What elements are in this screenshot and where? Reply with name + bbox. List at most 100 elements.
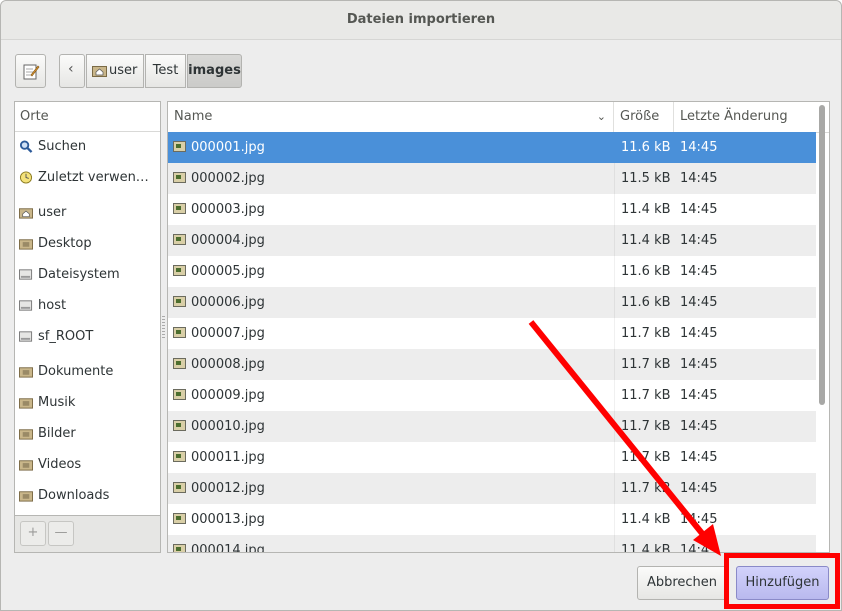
sidebar-item-documents[interactable]: Dokumente (15, 358, 160, 386)
path-segment-user-label: user (109, 63, 138, 78)
file-modified: 14:45 (680, 481, 718, 496)
file-name-cell: 000008.jpg (168, 349, 614, 380)
sidebar-item-label: Dateisystem (38, 267, 120, 282)
file-size: 11.6 kB (614, 256, 674, 287)
file-row[interactable]: 000003.jpg 11.4 kB 14:45 (168, 194, 816, 225)
pane-resize-handle[interactable] (162, 316, 165, 338)
places-header: Orte (15, 102, 160, 132)
file-name: 000008.jpg (191, 357, 265, 372)
column-header-modified[interactable]: Letzte Änderung (674, 102, 814, 132)
sidebar-item-user[interactable]: user (15, 199, 160, 227)
file-modified: 14:45 (680, 295, 718, 310)
sidebar-item-label: Suchen (38, 139, 87, 154)
home-folder-icon (19, 208, 33, 219)
sidebar-item-sf-root[interactable]: sf_ROOT (15, 323, 160, 351)
file-row[interactable]: 000012.jpg 11.7 kB 14:45 (168, 473, 816, 504)
file-modified: 14:45 (680, 450, 718, 465)
file-row[interactable]: 000006.jpg 11.6 kB 14:45 (168, 287, 816, 318)
sidebar-item-label: Videos (38, 457, 82, 472)
file-size: 11.7 kB (614, 380, 674, 411)
column-header-name[interactable]: Name ⌄ (168, 102, 614, 132)
file-row[interactable]: 000002.jpg 11.5 kB 14:45 (168, 163, 816, 194)
image-file-icon (173, 172, 186, 183)
file-modified: 14:45 (680, 202, 718, 217)
sidebar-item-label: Desktop (38, 236, 92, 251)
image-file-icon (173, 296, 186, 307)
add-bookmark-button[interactable]: + (20, 521, 46, 546)
file-name: 000014.jpg (191, 543, 265, 553)
file-row[interactable]: 000004.jpg 11.4 kB 14:45 (168, 225, 816, 256)
sidebar-item-search[interactable]: Suchen (15, 133, 160, 161)
add-button[interactable]: Hinzufügen (736, 566, 829, 600)
file-modified: 14:45 (680, 233, 718, 248)
file-name-cell: 000004.jpg (168, 225, 614, 256)
drive-icon (19, 269, 33, 280)
sidebar-item-pictures[interactable]: Bilder (15, 420, 160, 448)
image-file-icon (173, 265, 186, 276)
file-name: 000012.jpg (191, 481, 265, 496)
sidebar-item-videos[interactable]: Videos (15, 451, 160, 479)
sidebar-item-host[interactable]: host (15, 292, 160, 320)
path-back-button[interactable]: ‹ (59, 54, 85, 88)
image-file-icon (173, 544, 186, 552)
file-size: 11.7 kB (614, 349, 674, 380)
sidebar-item-label: Downloads (38, 488, 110, 503)
file-row[interactable]: 000010.jpg 11.7 kB 14:45 (168, 411, 816, 442)
sidebar-item-recent[interactable]: Zuletzt verwen… (15, 164, 160, 192)
sidebar-item-label: user (38, 205, 67, 220)
path-segment-test[interactable]: Test (145, 54, 186, 88)
file-name: 000001.jpg (191, 140, 265, 155)
file-list-header: Name ⌄ Größe Letzte Änderung (168, 102, 829, 133)
file-name: 000004.jpg (191, 233, 265, 248)
file-name-cell: 000002.jpg (168, 163, 614, 194)
type-location-button[interactable] (15, 54, 46, 88)
file-row[interactable]: 000001.jpg 11.6 kB 14:45 (168, 132, 816, 163)
remove-bookmark-button[interactable]: — (48, 521, 74, 546)
file-modified: 14:45 (680, 264, 718, 279)
file-row[interactable]: 000005.jpg 11.6 kB 14:45 (168, 256, 816, 287)
sidebar-item-label: Musik (38, 395, 76, 410)
path-segment-images[interactable]: images (187, 54, 242, 88)
file-row[interactable]: 000007.jpg 11.7 kB 14:45 (168, 318, 816, 349)
image-file-icon (173, 389, 186, 400)
file-name: 000013.jpg (191, 512, 265, 527)
cancel-button[interactable]: Abbrechen (637, 566, 727, 600)
file-modified: 14:45 (680, 388, 718, 403)
drive-icon (19, 331, 33, 342)
file-rows: 000001.jpg 11.6 kB 14:45 000002.jpg 11.5 kB 1… (168, 132, 816, 553)
chevron-left-icon: ‹ (68, 61, 74, 77)
file-modified: 14:45 (680, 543, 718, 553)
path-segment-user[interactable]: user (86, 54, 144, 88)
sidebar-item-label: sf_ROOT (38, 329, 94, 344)
file-name: 000006.jpg (191, 295, 265, 310)
sidebar-item-music[interactable]: Musik (15, 389, 160, 417)
file-size: 11.7 kB (614, 411, 674, 442)
file-size: 11.7 kB (614, 442, 674, 473)
column-header-size[interactable]: Größe (614, 102, 674, 132)
file-row[interactable]: 000009.jpg 11.7 kB 14:45 (168, 380, 816, 411)
folder-icon (19, 239, 33, 250)
image-file-icon (173, 327, 186, 338)
file-row[interactable]: 000014.jpg 11.4 kB 14:45 (168, 535, 816, 553)
sidebar-item-downloads[interactable]: Downloads (15, 482, 160, 510)
file-import-dialog: Dateien importieren ‹ user Test images O… (0, 0, 842, 611)
folder-icon (19, 398, 33, 409)
file-name-cell: 000007.jpg (168, 318, 614, 349)
file-name: 000007.jpg (191, 326, 265, 341)
sidebar-item-desktop[interactable]: Desktop (15, 230, 160, 258)
file-modified: 14:45 (680, 171, 718, 186)
file-name-cell: 000001.jpg (168, 132, 614, 163)
file-row[interactable]: 000013.jpg 11.4 kB 14:45 (168, 504, 816, 535)
sort-down-icon: ⌄ (596, 110, 606, 123)
file-size: 11.7 kB (614, 473, 674, 504)
file-row[interactable]: 000011.jpg 11.7 kB 14:45 (168, 442, 816, 473)
file-name: 000011.jpg (191, 450, 265, 465)
file-modified: 14:45 (680, 140, 718, 155)
folder-icon (19, 491, 33, 502)
file-row[interactable]: 000008.jpg 11.7 kB 14:45 (168, 349, 816, 380)
sidebar-item-filesystem[interactable]: Dateisystem (15, 261, 160, 289)
scrollbar-thumb[interactable] (819, 105, 825, 405)
folder-icon (19, 429, 33, 440)
file-name-cell: 000003.jpg (168, 194, 614, 225)
sidebar-item-label: Zuletzt verwen… (38, 170, 149, 185)
